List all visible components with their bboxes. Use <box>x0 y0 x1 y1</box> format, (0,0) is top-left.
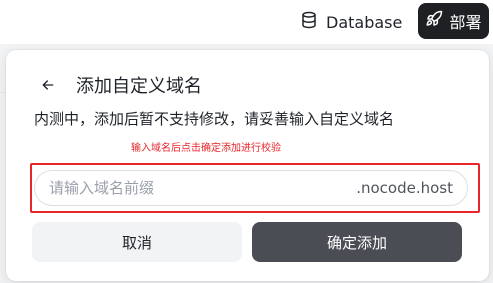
annotation-text: 输入域名后点击确定添加进行校验 <box>131 143 281 154</box>
domain-input-wrapper: .nocode.host <box>34 170 468 206</box>
domain-suffix: .nocode.host <box>356 179 453 197</box>
dialog-description: 内测中，添加后暂不支持修改，请妥善输入自定义域名 <box>34 110 395 128</box>
rocket-icon <box>425 10 443 32</box>
top-bar: Database 部署 <box>0 0 493 44</box>
arrow-left-icon[interactable] <box>40 77 56 93</box>
deploy-label: 部署 <box>449 13 482 32</box>
confirm-add-button[interactable]: 确定添加 <box>252 222 462 262</box>
database-label: Database <box>326 12 403 32</box>
custom-domain-dialog: 添加自定义域名 内测中，添加后暂不支持修改，请妥善输入自定义域名 输入域名后点击… <box>6 50 489 281</box>
database-icon <box>300 11 318 33</box>
database-button[interactable]: Database <box>300 8 402 36</box>
cancel-button[interactable]: 取消 <box>32 222 242 262</box>
domain-prefix-input[interactable] <box>49 179 357 197</box>
dialog-title: 添加自定义域名 <box>76 76 202 97</box>
deploy-button[interactable]: 部署 <box>418 3 489 39</box>
